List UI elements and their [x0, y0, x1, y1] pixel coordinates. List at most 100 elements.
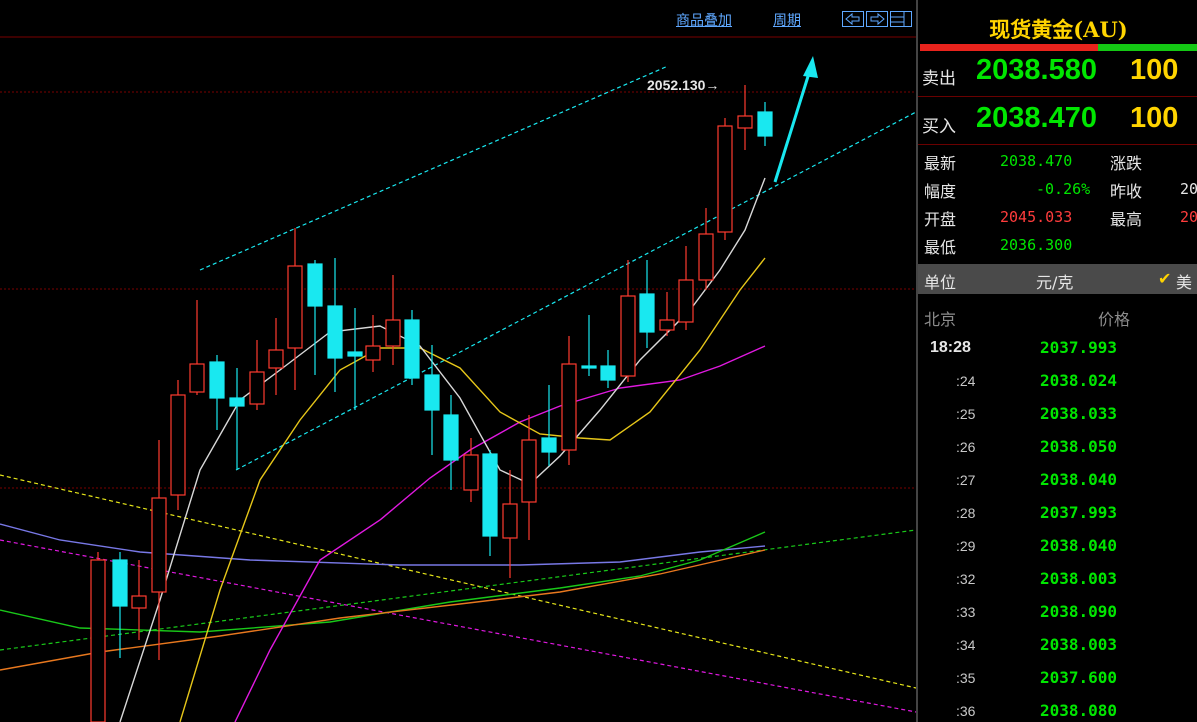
sell-label: 卖出 — [922, 69, 956, 89]
period-button[interactable]: 周期 — [773, 10, 801, 30]
candle-body — [443, 414, 459, 461]
tick-row: :25 2038.033 — [918, 400, 1197, 433]
sell-price: 2038.580 — [976, 54, 1097, 86]
high-price-marker: 2052.130→ — [647, 77, 719, 93]
tick-row: :34 2038.003 — [918, 631, 1197, 664]
candle-body — [561, 363, 577, 451]
candle — [424, 345, 440, 455]
candle-body — [639, 293, 655, 333]
candle-body — [620, 295, 636, 377]
candle — [249, 340, 265, 410]
trendline-magenta — [0, 539, 916, 713]
candle — [268, 318, 284, 395]
tick-price: 2038.024 — [1040, 371, 1118, 390]
tick-row: :33 2038.090 — [918, 598, 1197, 631]
unit-value: 元/克 — [1036, 273, 1074, 292]
candle-body — [424, 374, 440, 411]
candle-body — [678, 279, 694, 323]
tick-price: 2038.090 — [1040, 602, 1118, 621]
candle-body — [463, 454, 479, 491]
tick-row: :36 2038.080 — [918, 697, 1197, 722]
stat-high-label: 最高 — [1110, 210, 1143, 229]
tick-time: :24 — [956, 373, 976, 389]
tick-time: 18:28 — [930, 339, 971, 356]
candle-body — [521, 439, 537, 503]
candle-body — [268, 349, 284, 369]
candle-body — [209, 361, 225, 399]
candle — [287, 228, 303, 390]
candle — [620, 260, 636, 382]
tick-price: 2038.003 — [1040, 569, 1118, 588]
candle — [404, 310, 420, 385]
candle — [502, 470, 518, 578]
candle-body — [151, 497, 167, 593]
candle — [737, 85, 753, 150]
candle — [678, 246, 694, 330]
overlay-button[interactable]: 商品叠加 — [676, 10, 732, 30]
trend-arrow-head — [803, 56, 818, 78]
candle — [365, 315, 381, 372]
trendline-yellow — [0, 474, 916, 689]
candle — [443, 395, 459, 490]
candle — [482, 450, 498, 556]
candle — [209, 355, 225, 430]
stat-low-value: 2036.300 — [1000, 236, 1073, 254]
tick-price-header: 价格 — [1098, 310, 1131, 329]
unit-label: 单位 — [924, 273, 957, 292]
tick-time: :29 — [956, 538, 976, 554]
unit-row[interactable]: 单位 元/克 ✔ 美 — [918, 264, 1197, 294]
stat-latest-value: 2038.470 — [1000, 152, 1073, 170]
tick-row: :35 2037.600 — [918, 664, 1197, 697]
candle — [131, 560, 147, 640]
layout-toggle-icon[interactable] — [890, 11, 912, 27]
candlestick-plot[interactable]: 2052.130→ — [0, 0, 916, 722]
candle-body — [600, 365, 616, 381]
candle — [463, 438, 479, 502]
stat-open-value: 2045.033 — [1000, 208, 1073, 226]
stat-latest-label: 最新 — [924, 154, 957, 173]
tick-price: 2037.600 — [1040, 668, 1118, 687]
stat-change-label: 涨跌 — [1110, 154, 1143, 173]
candle — [307, 260, 323, 375]
candle — [151, 440, 167, 660]
tick-price: 2038.050 — [1040, 437, 1118, 456]
view-toggle-group — [842, 11, 912, 27]
stat-low-label: 最低 — [924, 238, 957, 257]
kline-chart[interactable]: 2052.130→ 商品叠加 周期 — [0, 0, 916, 722]
candle-body — [581, 365, 597, 369]
candle-body — [90, 559, 106, 722]
candle — [581, 315, 597, 376]
ma-long-blue-line — [0, 523, 766, 566]
tick-time: :25 — [956, 406, 976, 422]
stat-high-value: 20 — [1180, 208, 1197, 226]
tick-row: :27 2038.040 — [918, 466, 1197, 499]
candle — [717, 118, 733, 240]
stat-prevclose-value: 20 — [1180, 180, 1197, 198]
tick-time: :35 — [956, 670, 976, 686]
tick-time: :26 — [956, 439, 976, 455]
candle — [229, 368, 245, 470]
buy-volume: 100 — [1130, 102, 1179, 134]
candle-body — [757, 111, 773, 137]
candle — [189, 300, 205, 395]
scroll-right-icon[interactable] — [866, 11, 888, 27]
tick-row: 18:28 2037.993 — [918, 334, 1197, 367]
buy-quote-row[interactable]: 买入 2038.470 100 — [918, 100, 1197, 145]
tick-row: :28 2037.993 — [918, 499, 1197, 532]
tick-price: 2037.993 — [1040, 503, 1118, 522]
currency-usd-option[interactable]: 美 — [1176, 269, 1192, 293]
candle — [541, 385, 557, 466]
candle-body — [737, 115, 753, 129]
tick-price: 2038.080 — [1040, 701, 1118, 720]
candle — [170, 380, 186, 510]
check-icon[interactable]: ✔ — [1158, 269, 1171, 288]
candle-body — [287, 265, 303, 349]
candle-body — [327, 305, 343, 359]
scroll-left-icon[interactable] — [842, 11, 864, 27]
candle — [639, 260, 655, 348]
tick-time-header: 北京 — [924, 310, 957, 329]
tick-time: :33 — [956, 604, 976, 620]
sell-quote-row[interactable]: 卖出 2038.580 100 — [918, 52, 1197, 97]
trendline-green — [0, 529, 916, 651]
trend-arrow-shaft — [773, 69, 812, 183]
